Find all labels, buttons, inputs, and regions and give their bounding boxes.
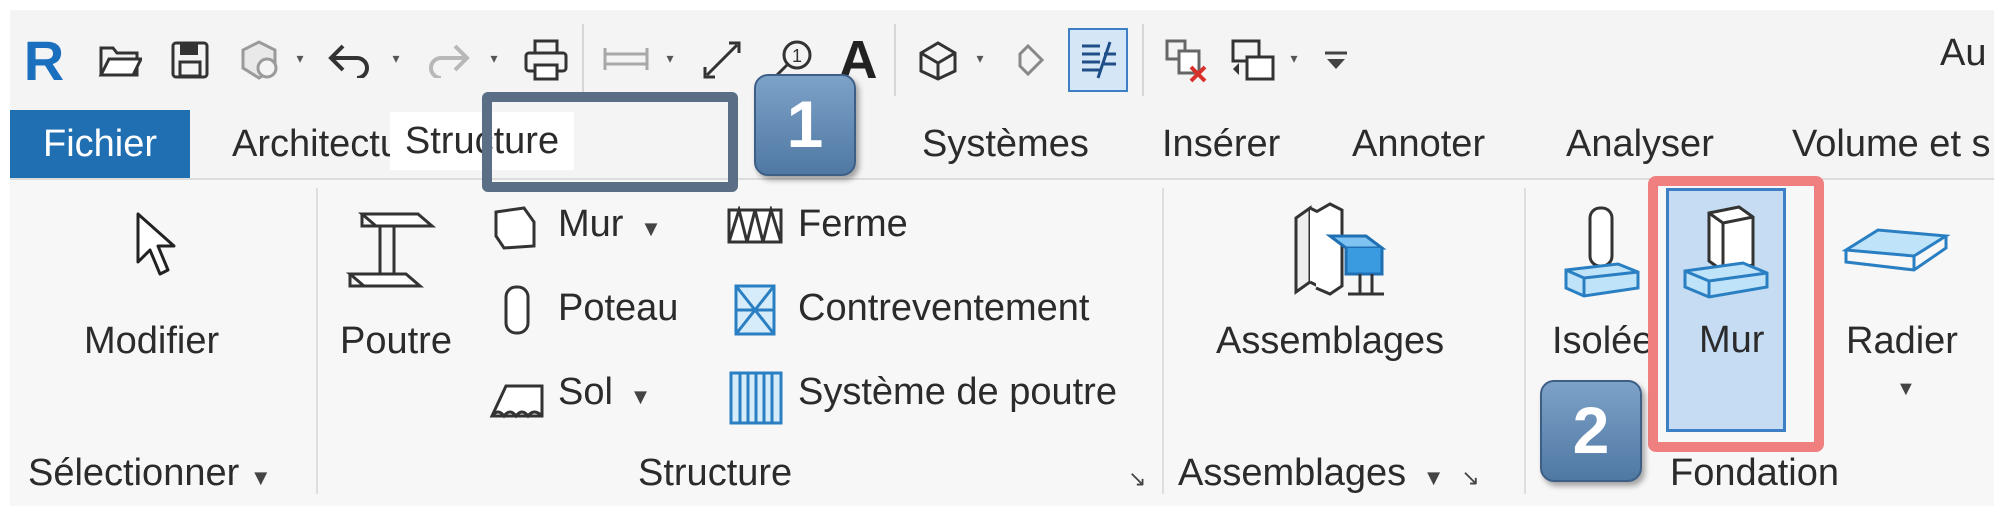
wall-foundation-highlight	[1648, 176, 1824, 452]
truss-icon[interactable]	[726, 204, 784, 251]
customize-icon[interactable]	[1306, 28, 1366, 92]
structure-tab-highlight	[482, 92, 738, 192]
brace-button-label[interactable]: Contreventement	[798, 284, 1090, 332]
revit-logo[interactable]: R	[14, 28, 74, 92]
redo-icon[interactable]	[418, 28, 478, 92]
redo-dropdown-icon[interactable]: ▾	[486, 50, 502, 66]
beam-system-button-label[interactable]: Système de poutre	[798, 368, 1117, 416]
isolated-foundation-icon[interactable]	[1560, 204, 1644, 309]
measure-icon[interactable]	[596, 28, 656, 92]
column-icon[interactable]	[502, 284, 532, 341]
isolated-foundation-button-label[interactable]: Isolée	[1552, 320, 1653, 363]
measure-dropdown-icon[interactable]: ▾	[662, 50, 678, 66]
panel-separator	[316, 188, 318, 494]
switch-windows-icon[interactable]	[1224, 28, 1284, 92]
beam-system-icon[interactable]	[728, 370, 784, 431]
print-icon[interactable]	[516, 28, 576, 92]
step-1-badge: 1	[754, 74, 856, 176]
structural-wall-label: Mur	[558, 203, 624, 245]
structure-panel-title: Structure	[638, 452, 793, 494]
tab-annotate[interactable]: Annoter	[1352, 110, 1485, 178]
tab-systems[interactable]: Systèmes	[922, 110, 1089, 178]
foundation-slab-button-label[interactable]: Radier	[1846, 320, 1958, 363]
tab-insert[interactable]: Insérer	[1162, 110, 1280, 178]
select-panel-title: Sélectionner	[28, 452, 240, 494]
switch-windows-dropdown-icon[interactable]: ▾	[1286, 50, 1302, 66]
assemblies-dropdown-icon[interactable]: ▼	[1417, 465, 1445, 490]
toolbar-separator	[894, 24, 896, 96]
floor-dropdown-icon[interactable]: ▼	[623, 384, 652, 409]
save-icon[interactable]	[160, 28, 220, 92]
assemblies-panel-launcher-icon[interactable]: ↘	[1455, 465, 1479, 490]
structure-panel-launcher-icon[interactable]: ↘	[1128, 466, 1146, 492]
assemblies-icon[interactable]	[1286, 198, 1396, 307]
brace-icon[interactable]	[732, 282, 778, 343]
foundation-slab-icon[interactable]	[1841, 224, 1952, 289]
open-icon[interactable]	[90, 28, 150, 92]
toolbar-separator	[1142, 24, 1144, 96]
ribbon-tabs: Fichier Architecture Structure Systèmes …	[10, 110, 1994, 178]
section-icon[interactable]	[998, 28, 1058, 92]
undo-dropdown-icon[interactable]: ▾	[388, 50, 404, 66]
column-button-label[interactable]: Poteau	[558, 284, 678, 332]
floor-label: Sol	[558, 371, 613, 413]
tab-file[interactable]: Fichier	[10, 110, 190, 178]
3d-view-dropdown-icon[interactable]: ▾	[972, 50, 988, 66]
3d-view-icon[interactable]	[908, 28, 968, 92]
beam-button-label[interactable]: Poutre	[340, 320, 452, 363]
structural-wall-icon[interactable]	[490, 204, 538, 257]
close-hidden-windows-icon[interactable]	[1156, 28, 1216, 92]
assemblies-panel-footer[interactable]: Assemblages ▼ ↘	[1178, 442, 1480, 504]
foundation-slab-dropdown-icon[interactable]: ▼	[1896, 378, 1916, 401]
sync-dropdown-icon[interactable]: ▾	[292, 50, 308, 66]
undo-icon[interactable]	[320, 28, 380, 92]
thin-lines-icon[interactable]	[1068, 28, 1128, 92]
panel-separator	[1524, 188, 1526, 494]
modify-button-label[interactable]: Modifier	[84, 320, 219, 363]
truss-button-label[interactable]: Ferme	[798, 200, 908, 248]
aligned-dimension-icon[interactable]	[692, 28, 752, 92]
assemblies-panel-title: Assemblages	[1178, 452, 1407, 494]
panel-separator	[1162, 188, 1164, 494]
svg-text:1: 1	[792, 46, 802, 66]
assemblies-button-label[interactable]: Assemblages	[1216, 320, 1444, 363]
tab-massing[interactable]: Volume et s	[1792, 110, 1991, 178]
beam-icon[interactable]	[342, 204, 438, 309]
sync-icon[interactable]	[230, 28, 290, 92]
floor-button[interactable]: Sol ▼	[558, 368, 651, 421]
select-panel-footer[interactable]: Sélectionner ▼	[28, 442, 272, 504]
structural-wall-button[interactable]: Mur ▼	[558, 200, 662, 253]
select-dropdown-icon[interactable]: ▼	[250, 465, 272, 490]
step-2-badge: 2	[1540, 380, 1642, 482]
tab-analyze[interactable]: Analyser	[1566, 110, 1714, 178]
quick-access-toolbar: R ▾ ▾ ▾ ▾ 1 A ▾ ▾ Au	[10, 10, 1994, 110]
toolbar-separator	[582, 24, 584, 96]
floor-icon[interactable]	[488, 376, 546, 429]
structural-wall-dropdown-icon[interactable]: ▼	[634, 216, 662, 241]
title-text-truncated: Au	[1940, 32, 1987, 74]
revit-logo-letter: R	[23, 28, 65, 92]
modify-cursor-icon[interactable]	[132, 210, 178, 285]
